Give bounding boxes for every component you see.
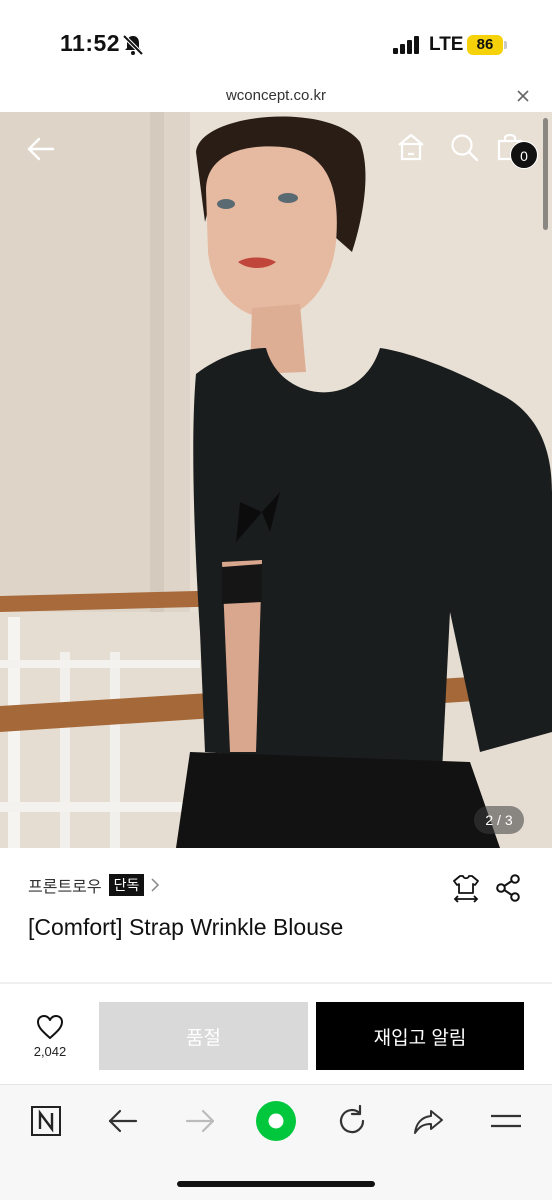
- close-icon[interactable]: [516, 89, 530, 103]
- chevron-right-icon: [151, 878, 160, 892]
- signal-icon: [393, 36, 419, 54]
- battery-nub: [504, 41, 507, 49]
- home-icon[interactable]: [396, 132, 426, 162]
- network-label: LTE: [429, 34, 464, 55]
- exclusive-badge: 단독: [108, 874, 145, 896]
- restock-alert-button[interactable]: 재입고 알림: [316, 1002, 524, 1070]
- naver-icon[interactable]: [28, 1103, 64, 1139]
- share-arrow-icon[interactable]: [411, 1103, 447, 1139]
- search-icon[interactable]: [449, 132, 479, 162]
- brand-link[interactable]: 프론트로우 단독: [28, 872, 160, 898]
- browser-back-icon[interactable]: [105, 1103, 141, 1139]
- divider: [0, 982, 552, 984]
- soldout-button: 품절: [99, 1002, 308, 1070]
- browser-forward-icon[interactable]: [182, 1103, 218, 1139]
- scroll-indicator: [543, 118, 548, 230]
- cart-count-badge[interactable]: 0: [510, 141, 538, 169]
- url-bar[interactable]: wconcept.co.kr: [0, 84, 552, 112]
- heart-icon[interactable]: [36, 1014, 64, 1040]
- share-icon[interactable]: [495, 874, 521, 902]
- refresh-icon[interactable]: [334, 1103, 370, 1139]
- home-indicator: [177, 1181, 375, 1187]
- battery-indicator: 86: [467, 35, 503, 55]
- product-image[interactable]: [0, 112, 552, 848]
- back-arrow-icon[interactable]: [26, 134, 56, 164]
- status-time: 11:52: [60, 30, 121, 56]
- menu-icon[interactable]: [488, 1103, 524, 1139]
- bell-slash-icon: [122, 34, 144, 56]
- product-title: [Comfort] Strap Wrinkle Blouse: [28, 914, 344, 940]
- size-guide-icon[interactable]: [452, 873, 480, 903]
- wish-count: 2,042: [33, 1044, 67, 1059]
- wishlist-button[interactable]: 2,042: [28, 1014, 72, 1059]
- product-photo: [0, 112, 552, 848]
- status-bar: 11:52 LTE 86: [0, 0, 552, 84]
- green-dot-icon[interactable]: [254, 1099, 298, 1143]
- brand-name[interactable]: 프론트로우: [28, 873, 102, 897]
- url-text[interactable]: wconcept.co.kr: [0, 87, 552, 104]
- image-page-counter: 2 / 3: [474, 806, 524, 834]
